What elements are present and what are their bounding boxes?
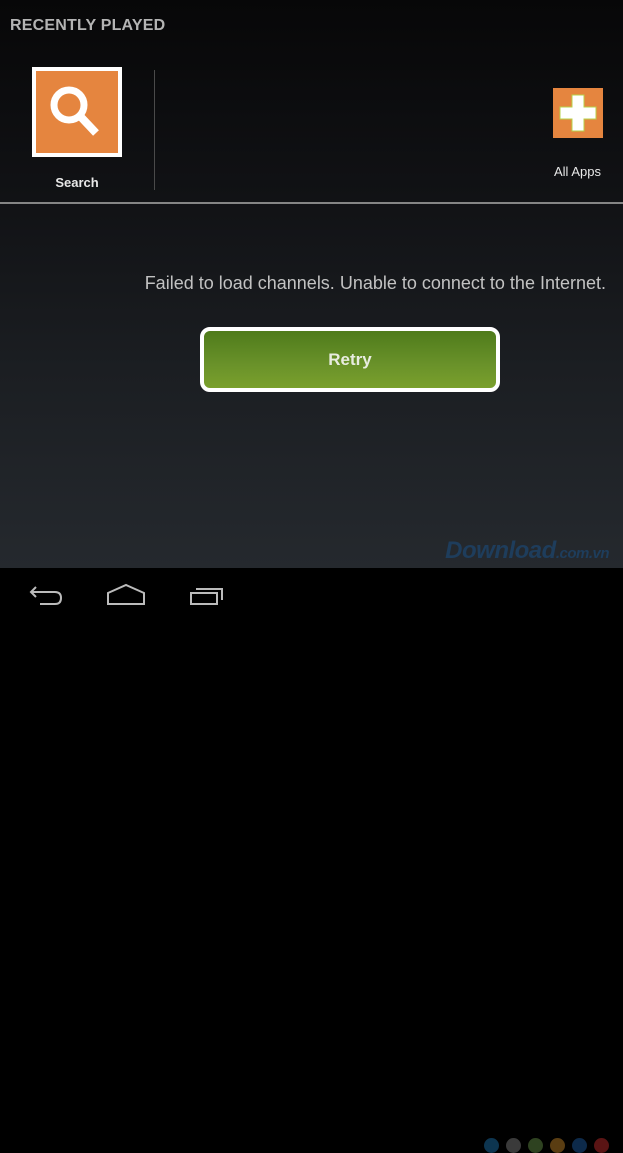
all-apps-tile[interactable]: All Apps: [540, 88, 615, 179]
watermark: Download.com.vn: [445, 537, 609, 565]
watermark-dot: [572, 1138, 587, 1153]
navigation-bar: [0, 568, 623, 1153]
watermark-dot: [506, 1138, 521, 1153]
horizontal-divider: [0, 202, 623, 204]
search-icon: [36, 71, 118, 153]
watermark-dot: [594, 1138, 609, 1153]
recent-apps-icon: [190, 588, 223, 605]
vertical-divider: [154, 70, 155, 190]
home-icon: [107, 583, 145, 605]
error-message: Failed to load channels. Unable to conne…: [144, 273, 606, 293]
watermark-dot: [550, 1138, 565, 1153]
watermark-suffix: .com.vn: [555, 545, 610, 562]
back-icon: [29, 586, 63, 605]
search-tile[interactable]: Search: [32, 67, 122, 190]
back-button[interactable]: [28, 578, 64, 611]
retry-button[interactable]: Retry: [200, 327, 500, 392]
watermark-dot: [484, 1138, 499, 1153]
plus-icon: [552, 88, 603, 138]
watermark-dots: [484, 1138, 609, 1153]
launcher-screen: RECENTLY PLAYED Search All Apps Failed t…: [0, 0, 623, 568]
home-button[interactable]: [106, 578, 146, 611]
section-title: RECENTLY PLAYED: [10, 17, 166, 34]
recent-apps-button[interactable]: [188, 578, 226, 611]
watermark-dot: [528, 1138, 543, 1153]
search-tile-frame: [32, 67, 122, 157]
watermark-main: Download: [445, 537, 556, 564]
all-apps-label: All Apps: [554, 164, 601, 179]
search-tile-label: Search: [55, 175, 99, 190]
